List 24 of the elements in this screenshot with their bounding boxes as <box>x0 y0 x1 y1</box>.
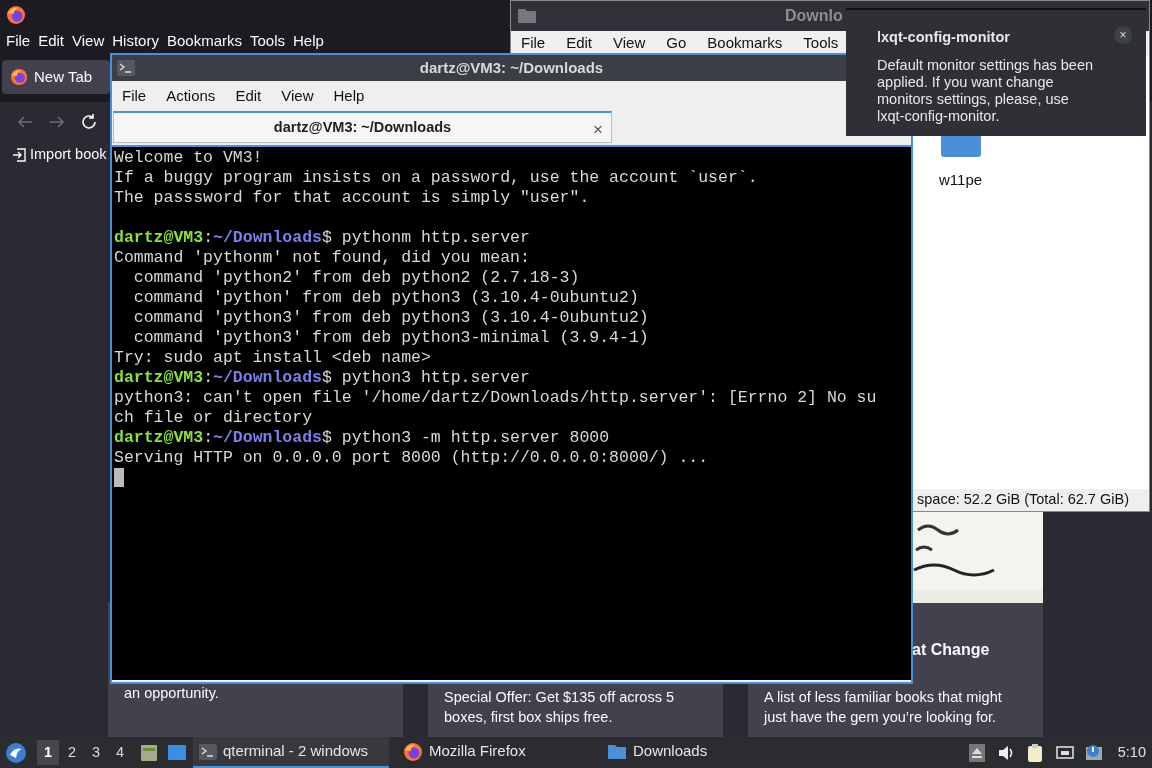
notification-title: lxqt-config-monitor <box>877 28 1011 47</box>
card-text: A list of less familiar books that might just have the gem you’re looking for. <box>764 688 1003 727</box>
terminal-line: The passsword for that account is simply "user". <box>114 188 591 208</box>
terminal-line: Serving HTTP on 0.0.0.0 port 8000 (http://0.0.0.0:8000/) ... <box>114 448 710 468</box>
terminal-line: Try: sudo apt install <deb name> <box>114 348 432 368</box>
card-text: Special Offer: Get $135 off across 5 boxes, first box ships free. <box>444 688 675 727</box>
terminal-line: dartz@VM3:~/Downloads$ pythonm http.server <box>114 228 531 248</box>
window-title: Downlo <box>785 6 843 26</box>
terminal-line: command 'python2' from deb python2 (2.7.18-3) <box>132 268 581 288</box>
terminal-line: python3: can't open file '/home/dartz/Downloads/http.server': [Errno 2] No su <box>114 388 878 408</box>
terminal-line: If a buggy program insists on a password, use the account `user`. <box>114 168 759 188</box>
card-title: at Change <box>912 640 990 660</box>
status-text: space: 52.2 GiB (Total: 62.7 GiB) <box>917 490 1129 510</box>
terminal-line: command 'python' from deb python3 (3.10.4-0ubuntu2) <box>132 288 640 308</box>
notification-text: Default monitor settings has been applied. If you want change monitors settings, please, use lxqt-config-monitor. <box>877 56 1094 125</box>
terminal-line: dartz@VM3:~/Downloads$ python3 http.server <box>114 368 531 388</box>
terminal-line: ch file or directory <box>114 408 314 428</box>
terminal-line: Welcome to VM3! <box>114 148 264 168</box>
terminal-line: command 'python3' from deb python3-minimal (3.9.4-1) <box>132 328 650 348</box>
terminal-line: Command 'pythonm' not found, did you mean: <box>114 248 531 268</box>
terminal-line: dartz@VM3:~/Downloads$ python3 -m http.server 8000 <box>114 428 611 448</box>
card-text: an opportunity. <box>124 684 220 703</box>
terminal-line: command 'python3' from deb python3 (3.10.4-0ubuntu2) <box>132 308 650 328</box>
window-title: dartz@VM3: ~/Downloads <box>419 57 604 78</box>
